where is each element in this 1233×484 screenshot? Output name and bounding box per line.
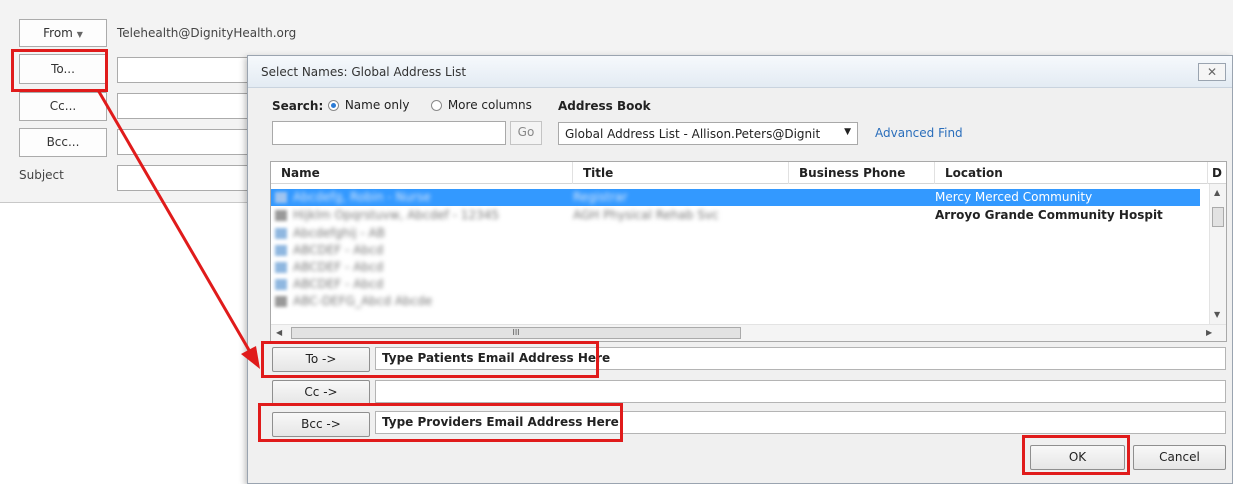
row-title: Registrar xyxy=(573,190,628,204)
cancel-button[interactable]: Cancel xyxy=(1133,445,1226,470)
scroll-thumb-horizontal[interactable]: III xyxy=(291,327,741,339)
contact-icon xyxy=(275,192,287,203)
column-header-d[interactable]: D xyxy=(1208,162,1226,184)
bcc-field[interactable] xyxy=(117,129,257,155)
go-button[interactable]: Go xyxy=(510,121,542,145)
row-name: Abcdefghij - AB xyxy=(293,226,385,240)
radio-more-columns[interactable]: More columns xyxy=(431,98,532,112)
contact-icon xyxy=(275,210,287,221)
cc-field[interactable] xyxy=(117,93,257,119)
radio-name-only[interactable]: Name only xyxy=(328,98,409,112)
table-row[interactable]: Abcdefghij - AB xyxy=(271,225,1200,242)
to-field[interactable] xyxy=(117,57,257,83)
table-row[interactable]: ABCDEF - Abcd xyxy=(271,259,1200,276)
row-name: ABC-DEFG_Abcd Abcde xyxy=(293,294,433,308)
subject-label: Subject xyxy=(19,168,64,182)
contact-icon xyxy=(275,296,287,307)
table-row[interactable]: ABCDEF - Abcd xyxy=(271,276,1200,293)
contact-icon xyxy=(275,279,287,290)
row-location: Arroyo Grande Community Hospit xyxy=(935,208,1163,222)
dialog-titlebar: Select Names: Global Address List ✕ xyxy=(248,56,1232,88)
from-label: From xyxy=(43,26,73,40)
subject-field[interactable] xyxy=(117,165,257,191)
column-header-business-phone[interactable]: Business Phone xyxy=(789,162,935,184)
address-list[interactable]: Name Title Business Phone Location D Abc… xyxy=(270,161,1227,342)
from-address: Telehealth@DignityHealth.org xyxy=(117,26,297,40)
dialog-title: Select Names: Global Address List xyxy=(261,65,467,79)
scroll-left-icon[interactable]: ◀ xyxy=(276,328,282,337)
from-button[interactable]: From ▼ xyxy=(19,19,107,47)
cc-arrow-button[interactable]: Cc -> xyxy=(272,380,370,405)
annotation-highlight-to xyxy=(11,49,108,92)
row-title: AGH Physical Rehab Svc xyxy=(573,208,719,222)
scroll-down-icon[interactable]: ▼ xyxy=(1214,310,1220,319)
radio-unchecked-icon xyxy=(431,100,442,111)
address-book-label: Address Book xyxy=(558,99,651,113)
contact-icon xyxy=(275,245,287,256)
chevron-down-icon: ▼ xyxy=(844,127,851,137)
search-label: Search: xyxy=(272,99,324,113)
row-name: ABCDEF - Abcd xyxy=(293,260,384,274)
table-row[interactable]: Abcdefg, Robin - Nurse Registrar Mercy M… xyxy=(271,189,1200,206)
column-header-title[interactable]: Title xyxy=(573,162,789,184)
contact-icon xyxy=(275,228,287,239)
annotation-highlight-bcc-recipient xyxy=(258,403,623,442)
row-name: ABCDEF - Abcd xyxy=(293,243,384,257)
vertical-scrollbar[interactable]: ▲ ▼ xyxy=(1209,184,1226,326)
cc-button[interactable]: Cc... xyxy=(19,92,107,121)
row-location: Mercy Merced Community xyxy=(935,190,1093,204)
row-name: Hijklm Opqrstuvw, Abcdef - 12345 xyxy=(293,208,499,222)
table-row[interactable]: Hijklm Opqrstuvw, Abcdef - 12345 AGH Phy… xyxy=(271,207,1200,224)
scroll-thumb[interactable] xyxy=(1212,207,1224,227)
bcc-button[interactable]: Bcc... xyxy=(19,128,107,157)
search-input[interactable] xyxy=(272,121,506,145)
address-book-value: Global Address List - Allison.Peters@Dig… xyxy=(565,127,821,141)
radio-name-only-label: Name only xyxy=(344,98,410,112)
address-book-select[interactable]: Global Address List - Allison.Peters@Dig… xyxy=(558,122,858,145)
scroll-right-icon[interactable]: ▶ xyxy=(1206,328,1212,337)
annotation-highlight-to-recipient xyxy=(261,341,599,378)
contact-icon xyxy=(275,262,287,273)
close-icon[interactable]: ✕ xyxy=(1198,63,1226,81)
chevron-down-icon: ▼ xyxy=(76,30,83,39)
row-name: Abcdefg, Robin - Nurse xyxy=(293,190,431,204)
advanced-find-link[interactable]: Advanced Find xyxy=(875,126,963,140)
row-name: ABCDEF - Abcd xyxy=(293,277,384,291)
scroll-grip: III xyxy=(512,328,520,337)
scroll-up-icon[interactable]: ▲ xyxy=(1214,188,1220,197)
radio-checked-icon xyxy=(328,100,339,111)
column-header-location[interactable]: Location xyxy=(935,162,1208,184)
table-row[interactable]: ABC-DEFG_Abcd Abcde xyxy=(271,293,1200,310)
table-row[interactable]: ABCDEF - Abcd xyxy=(271,242,1200,259)
cc-recipient-field[interactable] xyxy=(375,380,1226,403)
horizontal-scrollbar[interactable]: ◀ III ▶ xyxy=(271,324,1226,341)
list-header: Name Title Business Phone Location D xyxy=(271,162,1226,184)
annotation-highlight-ok xyxy=(1022,435,1130,475)
radio-more-columns-label: More columns xyxy=(447,98,532,112)
column-header-name[interactable]: Name xyxy=(271,162,573,184)
